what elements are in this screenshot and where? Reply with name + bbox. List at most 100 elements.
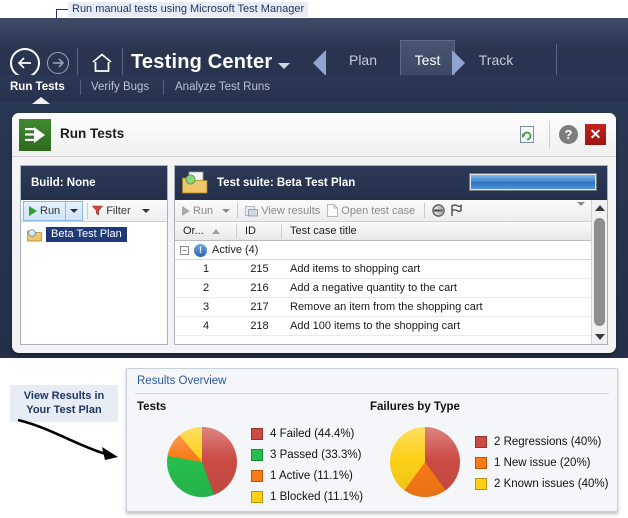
filter-button-label: Filter [106,204,131,217]
forward-button[interactable] [47,52,69,74]
toolbar-divider [237,203,239,218]
subnav-item-analyze-test-runs[interactable]: Analyze Test Runs [175,81,270,93]
scroll-up-icon[interactable] [592,200,607,215]
tab-test[interactable]: Test [400,40,455,83]
chevron-down-icon [141,208,150,213]
grid-group-row[interactable]: − ! Active (4) [175,241,607,260]
table-row[interactable]: 3 217 Remove an item from the shopping c… [175,298,607,317]
play-triangle-icon [29,205,37,216]
page-title: Testing Center [131,51,273,73]
nav-divider [77,48,78,78]
table-row[interactable]: 1 215 Add items to shopping cart [175,260,607,279]
cell-title: Add a negative quantity to the cart [290,282,457,294]
collapse-group-icon[interactable]: − [180,245,189,255]
filter-button[interactable]: Filter [92,204,150,217]
table-row[interactable]: 2 216 Add a negative quantity to the car… [175,279,607,298]
nav-divider [122,48,123,78]
flag-icon[interactable] [449,204,462,217]
chevron-down-icon [222,208,231,213]
back-arrow-icon [17,57,31,69]
legend-swatch [251,469,263,482]
cell-id: 217 [250,301,269,313]
grid-run-button[interactable]: Run [182,204,231,217]
legend-label: 1 New issue (20%) [494,456,591,469]
legend-label: 4 Failed (44.4%) [270,427,355,440]
legend-swatch [475,456,487,469]
legend-label: 1 Active (11.1%) [270,469,353,482]
test-plan-tree: Beta Test Plan [21,222,167,344]
run-button[interactable]: Run [23,200,67,221]
failures-chart-heading: Failures by Type [370,401,460,413]
list-item: 1 Blocked (11.1%) [251,486,363,507]
chevron-down-icon [70,208,79,213]
tab-plan[interactable]: Plan [332,42,394,77]
suite-header: Test suite: Beta Test Plan [175,166,607,200]
cell-order: 1 [202,263,210,275]
tree-item-beta-test-plan[interactable]: Beta Test Plan [23,226,165,243]
help-button[interactable]: ? [559,125,578,144]
column-header-test-case-title[interactable]: Test case title [282,222,607,240]
view-results-button[interactable]: View results [245,205,320,217]
list-item: 2 Regressions (40%) [475,431,608,452]
back-button[interactable] [10,48,40,78]
tree-item-label: Beta Test Plan [46,227,127,242]
failures-pie-chart [390,427,460,497]
chevron-down-icon[interactable] [278,63,290,69]
next-phase-button[interactable] [452,50,465,76]
toolbar-overflow-button[interactable] [577,202,585,218]
cell-id: 215 [250,263,269,275]
card-title: Run Tests [60,126,125,141]
column-header-order[interactable]: Or... [175,222,237,240]
column-header-id[interactable]: ID [237,222,282,240]
open-test-case-icon [327,204,339,217]
scrollbar-thumb[interactable] [594,218,605,326]
filter-funnel-icon [92,205,104,216]
open-test-case-button[interactable]: Open test case [327,204,415,217]
scroll-down-icon[interactable] [592,329,607,344]
active-tab-pointer-icon [32,97,50,104]
cell-id: 218 [250,320,269,332]
run-dropdown-button[interactable] [66,200,84,221]
list-item: 1 New issue (20%) [475,452,608,473]
subnav-item-run-tests[interactable]: Run Tests [10,81,65,93]
sort-ascending-icon [211,228,220,234]
vertical-scrollbar[interactable] [591,200,607,344]
block-icon[interactable] [432,204,445,217]
list-item: 3 Passed (33.3%) [251,444,363,465]
table-row[interactable]: 4 218 Add 100 items to the shopping cart [175,317,607,336]
subnav-item-verify-bugs[interactable]: Verify Bugs [91,81,149,93]
legend-label: 2 Regressions (40%) [494,435,602,448]
callout-arrow-icon [17,418,118,460]
legend-swatch [251,490,263,503]
results-divider [135,393,609,394]
suite-progress-bar [469,173,597,191]
suite-progress-fill [471,175,595,189]
tests-legend: 4 Failed (44.4%) 3 Passed (33.3%) 1 Acti… [251,423,363,507]
column-header-title-label: Test case title [290,225,357,237]
home-icon [92,53,112,72]
nav-divider [556,44,557,76]
close-button[interactable]: ✕ [585,124,606,145]
legend-label: 3 Passed (33.3%) [270,448,362,461]
legend-swatch [475,435,487,448]
header-divider [549,121,550,149]
refresh-page-icon[interactable] [520,126,534,143]
right-pane: Test suite: Beta Test Plan Run View resu… [174,165,608,345]
tab-track[interactable]: Track [463,42,529,77]
grid-header-row: Or... ID Test case title [175,222,607,241]
grid-toolbar: Run View results Open test case [175,200,607,222]
cell-title: Add 100 items to the shopping cart [290,320,460,332]
cell-order: 2 [202,282,210,294]
content-card: Run Tests ? ✕ Build: None Run Filter Bet… [12,113,616,353]
application-window: Testing Center Plan Test Track Run Tests… [0,18,628,358]
legend-swatch [475,477,487,490]
grid-run-label: Run [193,204,214,217]
play-triangle-icon [182,205,190,216]
list-item: 1 Active (11.1%) [251,465,363,486]
pie-gloss-overlay [167,427,237,497]
home-button[interactable] [90,51,114,75]
run-tests-icon [19,119,51,151]
run-button-label: Run [40,204,61,217]
previous-phase-button[interactable] [313,50,326,76]
tests-chart-heading: Tests [137,401,167,413]
